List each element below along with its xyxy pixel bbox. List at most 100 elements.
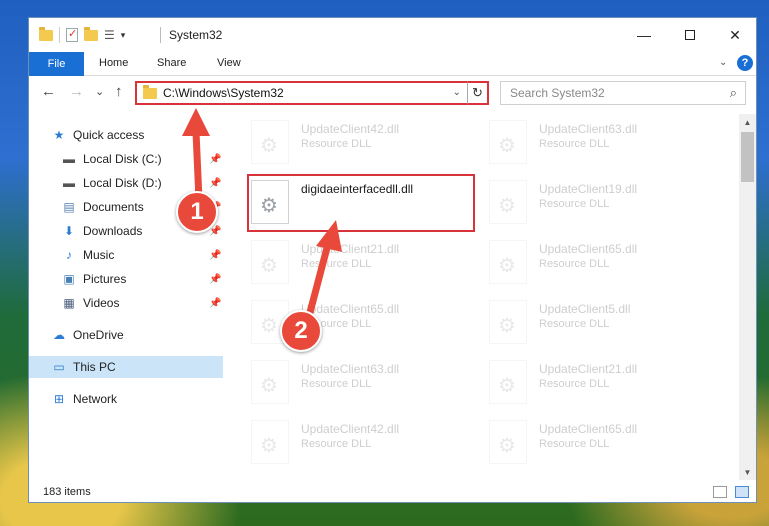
navigation-pane: ★ Quick access ▬ Local Disk (C:) 📌 ▬ Local Dis… <box>29 114 223 480</box>
back-button[interactable]: ← <box>41 83 56 100</box>
sidebar-item[interactable]: ★ Quick access <box>29 124 223 146</box>
file-item[interactable]: UpdateClient19.dll Resource DLL <box>487 176 717 226</box>
tab-view[interactable]: View <box>217 57 241 69</box>
file-item[interactable]: digidaeinterfacedll.dll <box>247 174 475 232</box>
network-icon: ⊞ <box>53 392 65 406</box>
dll-file-icon <box>489 420 527 464</box>
sidebar-item[interactable]: ▬ Local Disk (C:) 📌 <box>29 148 223 170</box>
customize-icon[interactable]: ☰ <box>104 28 115 42</box>
scrollbar-thumb[interactable] <box>741 132 754 182</box>
minimize-button[interactable]: — <box>621 18 667 52</box>
sidebar-item-label: OneDrive <box>73 328 124 342</box>
file-type: Resource DLL <box>301 438 372 450</box>
file-item[interactable]: UpdateClient21.dll Resource DLL <box>249 236 479 286</box>
file-name: UpdateClient63.dll <box>301 362 400 376</box>
scroll-up-icon[interactable]: ▲ <box>739 114 756 130</box>
properties-icon[interactable] <box>66 27 78 42</box>
file-type: Resource DLL <box>301 258 372 270</box>
sidebar-item[interactable]: ⊞ Network <box>29 388 223 410</box>
window-title: System32 <box>169 28 223 42</box>
new-folder-icon[interactable] <box>84 26 98 41</box>
file-item[interactable]: UpdateClient65.dll Resource DLL <box>487 416 717 466</box>
sidebar-item-label: Network <box>73 392 118 406</box>
file-name: UpdateClient21.dll <box>301 242 400 256</box>
videos-icon: ▦ <box>63 296 75 310</box>
folder-icon[interactable] <box>39 26 53 41</box>
file-type: Resource DLL <box>301 378 372 390</box>
music-icon: ♪ <box>66 248 72 262</box>
search-input[interactable]: Search System32 ⌕ <box>500 81 746 105</box>
refresh-icon: ↻ <box>472 85 483 100</box>
sidebar-item-label: Pictures <box>83 272 127 286</box>
pin-icon[interactable]: 📌 <box>209 274 221 285</box>
folder-icon <box>143 84 157 99</box>
vertical-scrollbar[interactable]: ▲ ▼ <box>739 114 756 480</box>
file-name: UpdateClient63.dll <box>539 122 638 136</box>
chevron-down-icon[interactable]: ▾ <box>121 30 126 41</box>
ribbon-tabs: File Home Share View ⌄ ? <box>29 52 756 76</box>
sidebar-item[interactable]: ♪ Music 📌 <box>29 244 223 266</box>
pictures-icon: ▣ <box>63 272 75 286</box>
pin-icon[interactable]: 📌 <box>209 154 221 165</box>
file-item[interactable]: UpdateClient21.dll Resource DLL <box>487 356 717 406</box>
file-type: Resource DLL <box>539 138 610 150</box>
sidebar-item[interactable]: ▭ This PC <box>29 356 223 378</box>
scroll-down-icon[interactable]: ▼ <box>739 464 756 480</box>
sidebar-item[interactable]: ▣ Pictures 📌 <box>29 268 223 290</box>
sidebar-item[interactable]: ☁ OneDrive <box>29 324 223 346</box>
chevron-down-icon[interactable]: ⌄ <box>453 87 461 98</box>
item-count: 183 items <box>43 486 91 498</box>
file-item[interactable]: UpdateClient42.dll Resource DLL <box>249 116 479 166</box>
dll-file-icon <box>489 240 527 284</box>
close-button[interactable]: ✕ <box>712 18 758 52</box>
file-type: Resource DLL <box>539 378 610 390</box>
help-icon[interactable]: ? <box>737 55 753 71</box>
file-name: UpdateClient65.dll <box>539 422 638 436</box>
file-type: Resource DLL <box>539 198 610 210</box>
sidebar-item-label: Quick access <box>73 128 145 142</box>
file-type: Resource DLL <box>301 138 372 150</box>
dll-file-icon <box>251 240 289 284</box>
file-item[interactable]: UpdateClient5.dll Resource DLL <box>487 296 717 346</box>
sidebar-item[interactable]: ▦ Videos 📌 <box>29 292 223 314</box>
file-name: UpdateClient21.dll <box>539 362 638 376</box>
address-bar[interactable]: C:\Windows\System32 ⌄ <box>135 81 489 105</box>
search-icon: ⌕ <box>729 85 737 100</box>
recent-locations-button[interactable]: ⌄ <box>95 85 104 98</box>
file-type: Resource DLL <box>539 438 610 450</box>
close-icon: ✕ <box>729 26 741 43</box>
navigation-bar: ← → ⌄ ↑ C:\Windows\System32 ⌄ ↻ Search S… <box>29 78 756 108</box>
address-path[interactable]: C:\Windows\System32 <box>163 86 284 100</box>
pin-icon[interactable]: 📌 <box>209 178 221 189</box>
refresh-button[interactable]: ↻ <box>467 81 489 105</box>
downloads-icon: ⬇ <box>63 224 75 238</box>
dll-file-icon <box>251 120 289 164</box>
maximize-icon <box>685 30 695 40</box>
dll-file-icon <box>251 420 289 464</box>
file-name: UpdateClient5.dll <box>539 302 631 316</box>
file-type: Resource DLL <box>539 258 610 270</box>
maximize-button[interactable] <box>667 18 713 52</box>
tab-share[interactable]: Share <box>157 57 186 69</box>
details-view-icon[interactable] <box>713 486 727 498</box>
pin-icon[interactable]: 📌 <box>209 298 221 309</box>
file-item[interactable]: UpdateClient63.dll Resource DLL <box>249 356 479 406</box>
dll-file-icon <box>489 180 527 224</box>
tab-file[interactable]: File <box>29 52 84 76</box>
star-icon: ★ <box>53 128 65 142</box>
dll-file-icon <box>251 180 289 224</box>
pin-icon[interactable]: 📌 <box>209 250 221 261</box>
sidebar-item-label: Downloads <box>83 224 143 238</box>
file-item[interactable]: UpdateClient42.dll Resource DLL <box>249 416 479 466</box>
sidebar-item-label: Local Disk (C:) <box>83 152 162 166</box>
sidebar-item-label: Documents <box>83 200 144 214</box>
step-1-badge: 1 <box>176 191 218 233</box>
large-icons-view-icon[interactable] <box>735 486 749 498</box>
file-item[interactable]: UpdateClient63.dll Resource DLL <box>487 116 717 166</box>
up-button[interactable]: ↑ <box>115 83 123 100</box>
tab-home[interactable]: Home <box>99 57 128 69</box>
drive-icon: ▬ <box>63 176 75 190</box>
file-item[interactable]: UpdateClient65.dll Resource DLL <box>487 236 717 286</box>
forward-button[interactable]: → <box>69 83 84 100</box>
expand-ribbon-icon[interactable]: ⌄ <box>719 57 727 68</box>
